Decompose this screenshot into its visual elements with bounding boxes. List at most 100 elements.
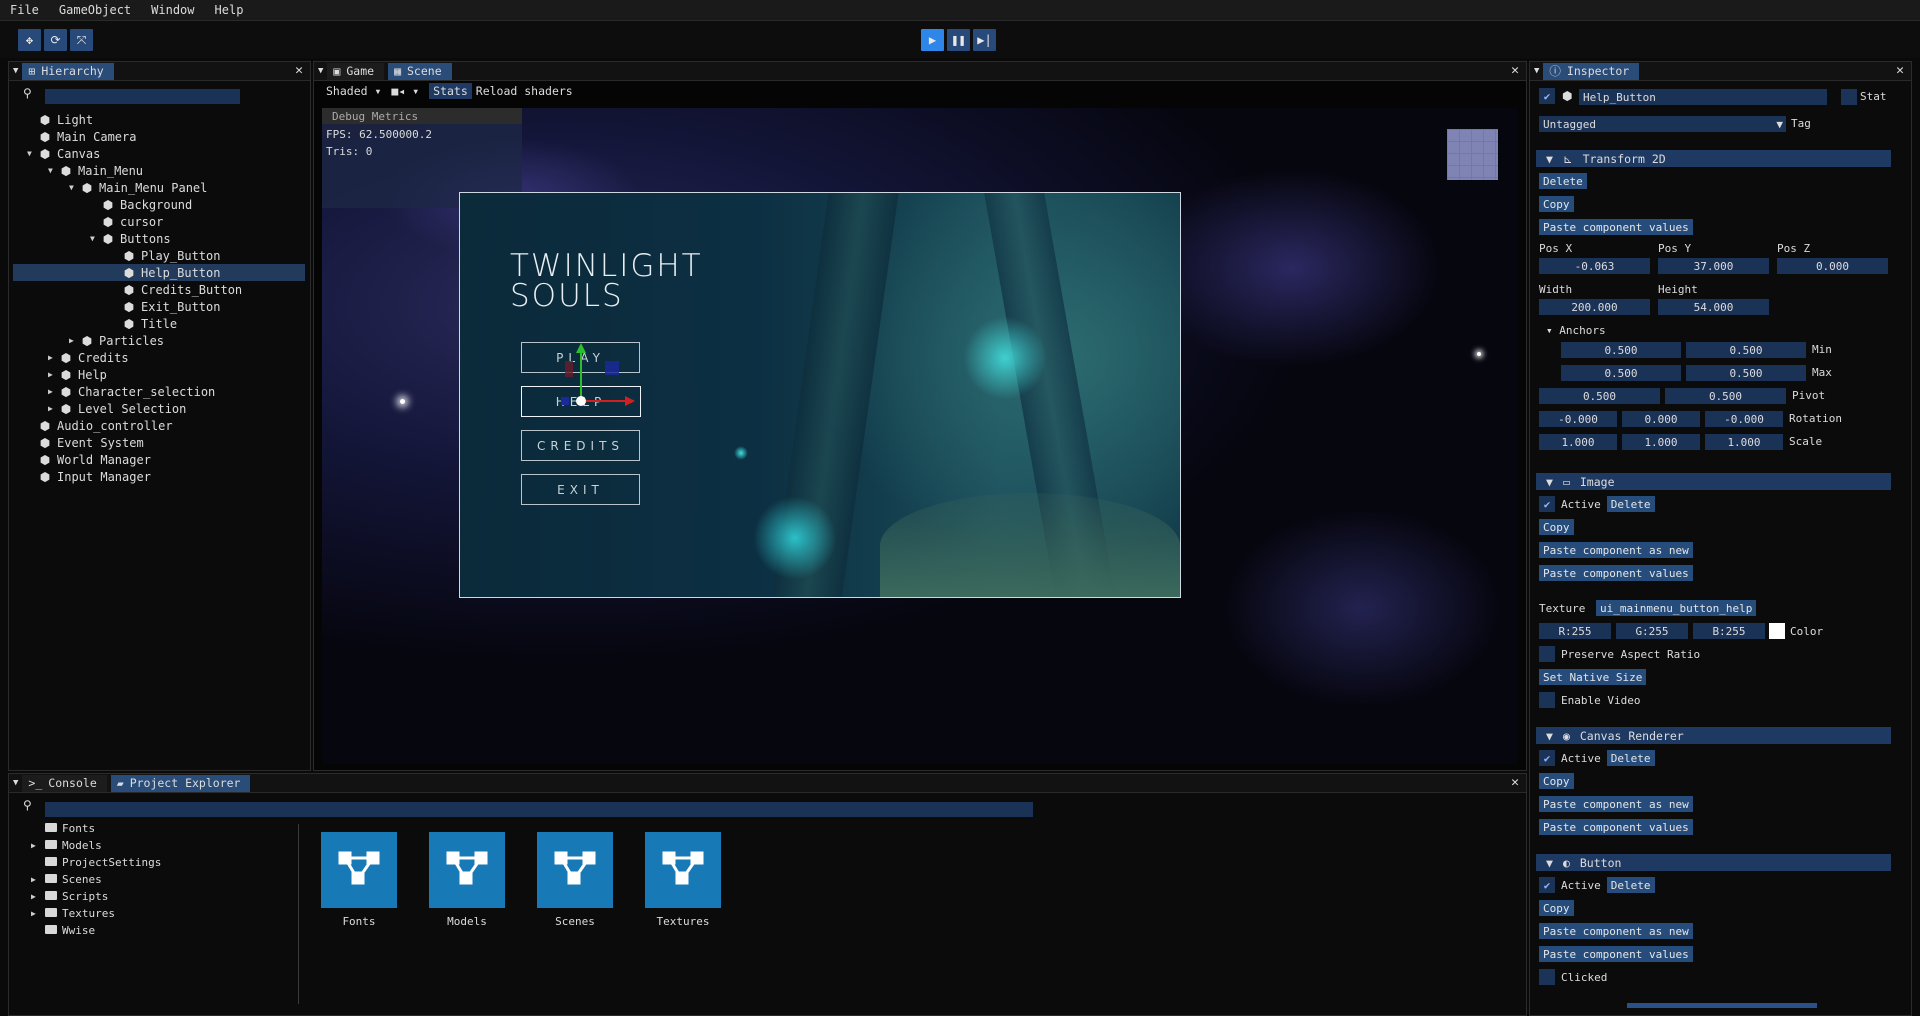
tree-item[interactable]: ⬢ Input Manager — [13, 468, 305, 485]
texture-field[interactable]: ui_mainmenu_button_help — [1596, 600, 1757, 616]
shading-dropdown[interactable]: Shaded ▾ — [326, 84, 381, 98]
folder-item[interactable]: Fonts — [31, 820, 95, 837]
tree-item[interactable]: ⬢ Background — [13, 196, 305, 213]
folder-item[interactable]: ▶ Scripts — [31, 888, 108, 905]
tree-item[interactable]: ▼ ⬢ Main_Menu Panel — [13, 179, 305, 196]
preserve-aspect-checkbox[interactable] — [1539, 646, 1555, 662]
tree-item[interactable]: ⬢ cursor — [13, 213, 305, 230]
button-section-header[interactable]: ▼ ◐ Button — [1536, 854, 1891, 871]
game-canvas[interactable]: TWINLIGHT SOULS PLAY HELP CREDITS EXIT — [459, 192, 1181, 598]
copy-button[interactable]: Copy — [1539, 519, 1574, 535]
asset-tile[interactable] — [645, 832, 721, 908]
reload-shaders-button[interactable]: Reload shaders — [476, 84, 573, 98]
button-active-checkbox[interactable]: ✔ — [1539, 877, 1555, 893]
hierarchy-search-input[interactable] — [45, 89, 240, 104]
tree-item[interactable]: ▼ ⬢ Main_Menu — [13, 162, 305, 179]
expand-right-icon[interactable]: ▶ — [48, 353, 60, 362]
menu-gameobject[interactable]: GameObject — [59, 3, 131, 17]
menu-window[interactable]: Window — [151, 3, 194, 17]
active-checkbox[interactable]: ✔ — [1539, 88, 1555, 104]
pivot-y[interactable]: 0.500 — [1665, 388, 1786, 404]
collapse-icon[interactable]: ▼ — [1534, 66, 1539, 76]
color-swatch[interactable] — [1769, 623, 1785, 639]
transform-section-header[interactable]: ▼ ⊾ Transform 2D — [1536, 150, 1891, 167]
tree-item[interactable]: ▶ ⬢ Particles — [13, 332, 305, 349]
tag-dropdown[interactable]: Untagged ▼ — [1539, 116, 1786, 132]
scale-z[interactable]: 1.000 — [1705, 434, 1783, 450]
tree-item[interactable]: ▶ ⬢ Level Selection — [13, 400, 305, 417]
object-name-input[interactable]: Help_Button — [1579, 89, 1827, 105]
paste-new-button[interactable]: Paste component as new — [1539, 542, 1693, 558]
scale-tool-button[interactable]: ⤧ — [70, 29, 93, 51]
image-active-checkbox[interactable]: ✔ — [1539, 496, 1555, 512]
copy-button[interactable]: Copy — [1539, 900, 1574, 916]
renderer-active-checkbox[interactable]: ✔ — [1539, 750, 1555, 766]
tree-item[interactable]: ▶ ⬢ Credits — [13, 349, 305, 366]
tree-item[interactable]: ⬢ Help_Button — [13, 264, 305, 281]
tree-item[interactable]: ⬢ Event System — [13, 434, 305, 451]
folder-item[interactable]: ▶ Textures — [31, 905, 115, 922]
static-checkbox[interactable] — [1841, 89, 1857, 105]
expand-right-icon[interactable]: ▶ — [31, 909, 45, 918]
color-r-field[interactable]: R:255 — [1539, 623, 1611, 639]
delete-button[interactable]: Delete — [1606, 496, 1655, 512]
delete-button[interactable]: Delete — [1606, 877, 1655, 893]
expand-right-icon[interactable]: ▶ — [31, 875, 45, 884]
anchor-max-x[interactable]: 0.500 — [1561, 365, 1681, 381]
close-icon[interactable]: ✕ — [1511, 63, 1519, 78]
expand-right-icon[interactable]: ▶ — [48, 370, 60, 379]
image-section-header[interactable]: ▼ ▭ Image — [1536, 473, 1891, 490]
posy-field[interactable]: 37.000 — [1658, 258, 1769, 274]
collapse-icon[interactable]: ▼ — [13, 778, 18, 788]
expand-right-icon[interactable]: ▶ — [69, 336, 81, 345]
menu-help[interactable]: Help — [215, 3, 244, 17]
color-g-field[interactable]: G:255 — [1616, 623, 1688, 639]
paste-values-button[interactable]: Paste component values — [1539, 219, 1693, 235]
tree-item[interactable]: ⬢ Play_Button — [13, 247, 305, 264]
enable-video-checkbox[interactable] — [1539, 692, 1555, 708]
stats-toggle[interactable]: Stats — [429, 83, 472, 99]
tab-scene[interactable]: ▦ Scene — [388, 62, 452, 80]
paste-values-button[interactable]: Paste component values — [1539, 565, 1693, 581]
scene-view[interactable]: Debug Metrics FPS: 62.500000.2 Tris: 0 T… — [322, 108, 1518, 764]
anchors-toggle[interactable]: ▾ Anchors — [1546, 324, 1606, 337]
play-button[interactable]: ▶ — [921, 29, 944, 51]
scale-x[interactable]: 1.000 — [1539, 434, 1617, 450]
copy-button[interactable]: Copy — [1539, 196, 1574, 212]
asset-tile[interactable] — [321, 832, 397, 908]
collapse-icon[interactable]: ▼ — [318, 66, 323, 76]
paste-values-button[interactable]: Paste component values — [1539, 946, 1693, 962]
expand-right-icon[interactable]: ▶ — [31, 841, 45, 850]
transform-gizmo[interactable] — [555, 341, 645, 413]
asset-tile[interactable] — [429, 832, 505, 908]
rotate-tool-button[interactable]: ⟳ — [44, 29, 67, 51]
pause-button[interactable]: ❚❚ — [947, 29, 970, 51]
scale-y[interactable]: 1.000 — [1622, 434, 1700, 450]
anchor-min-y[interactable]: 0.500 — [1686, 342, 1806, 358]
expand-down-icon[interactable]: ▼ — [27, 149, 39, 158]
anchor-max-y[interactable]: 0.500 — [1686, 365, 1806, 381]
tree-item[interactable]: ⬢ Main Camera — [13, 128, 305, 145]
color-b-field[interactable]: B:255 — [1693, 623, 1765, 639]
width-field[interactable]: 200.000 — [1539, 299, 1650, 315]
tab-game[interactable]: ▣ Game — [327, 62, 385, 80]
copy-button[interactable]: Copy — [1539, 773, 1574, 789]
close-icon[interactable]: ✕ — [1511, 775, 1519, 790]
credits-menu-button[interactable]: CREDITS — [521, 430, 640, 461]
pivot-x[interactable]: 0.500 — [1539, 388, 1660, 404]
tab-inspector[interactable]: ⓘ Inspector — [1543, 62, 1640, 80]
expand-down-icon[interactable]: ▼ — [69, 183, 81, 192]
tab-hierarchy[interactable]: ⊞ Hierarchy — [22, 62, 114, 80]
height-field[interactable]: 54.000 — [1658, 299, 1769, 315]
close-icon[interactable]: ✕ — [1896, 63, 1904, 78]
tree-item[interactable]: ⬢ Audio_controller — [13, 417, 305, 434]
orientation-gizmo[interactable] — [1447, 129, 1498, 180]
folder-item[interactable]: Wwise — [31, 922, 95, 939]
tree-item[interactable]: ▶ ⬢ Help — [13, 366, 305, 383]
set-native-size-button[interactable]: Set Native Size — [1539, 669, 1647, 685]
expand-right-icon[interactable]: ▶ — [31, 892, 45, 901]
expand-right-icon[interactable]: ▶ — [48, 404, 60, 413]
rotation-x[interactable]: -0.000 — [1539, 411, 1617, 427]
tree-item[interactable]: ⬢ Title — [13, 315, 305, 332]
posx-field[interactable]: -0.063 — [1539, 258, 1650, 274]
